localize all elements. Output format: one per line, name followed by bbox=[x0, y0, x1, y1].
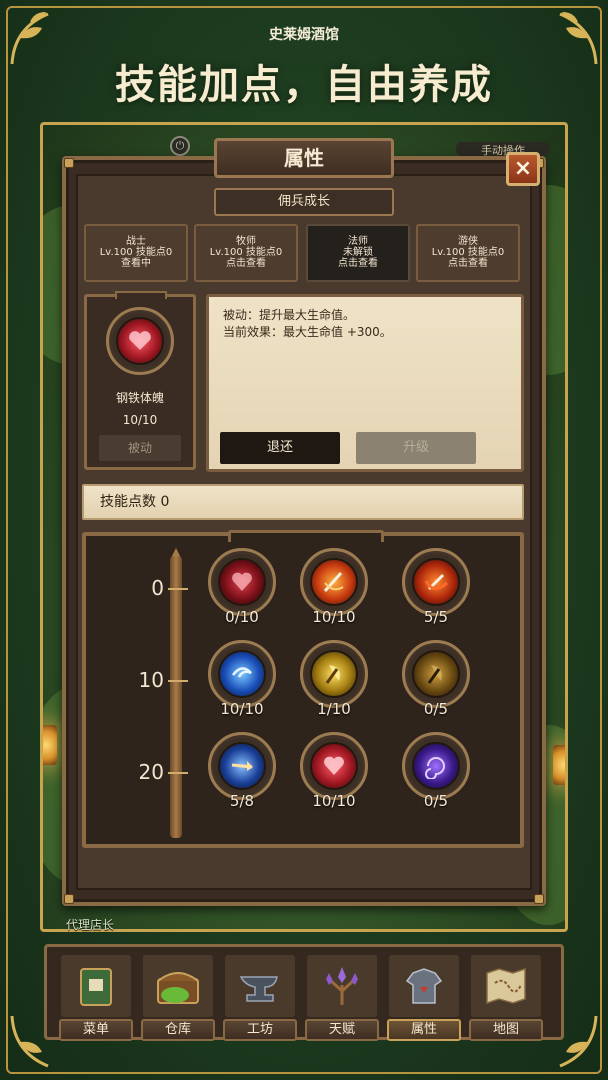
tier-tick bbox=[168, 680, 188, 682]
skill-tree-tab bbox=[228, 530, 384, 542]
skill-description-line: 被动：提升最大生命值。 bbox=[223, 308, 356, 322]
class-name: 牧师 bbox=[236, 236, 256, 247]
promo-headline: 技能加点，自由养成 bbox=[115, 62, 493, 108]
class-name: 战士 bbox=[126, 236, 146, 247]
class-name: 法师 bbox=[348, 236, 368, 247]
skill-node[interactable]: 0/10 bbox=[204, 548, 280, 632]
dark-axe-icon bbox=[412, 650, 460, 698]
mercenary-growth-button[interactable]: 佣兵成长 bbox=[214, 188, 394, 216]
skill-points-bar: 技能点数 0 bbox=[82, 484, 524, 520]
spear-strike-icon bbox=[218, 742, 266, 790]
skill-node-count: 5/5 bbox=[423, 608, 449, 626]
class-info: 未解锁 bbox=[343, 247, 373, 258]
nav-label: 菜单 bbox=[59, 1019, 133, 1041]
nav-label: 仓库 bbox=[141, 1019, 215, 1041]
nav-label: 工坊 bbox=[223, 1019, 297, 1041]
skill-node-count: 1/10 bbox=[317, 700, 351, 718]
heart-armor-icon bbox=[218, 558, 266, 606]
lantern-icon bbox=[43, 725, 57, 765]
nav-item-warehouse[interactable]: 仓库 bbox=[139, 955, 217, 1041]
nav-item-map[interactable]: 地图 bbox=[467, 955, 545, 1041]
skill-level: 10/10 bbox=[122, 413, 158, 427]
close-button[interactable]: × bbox=[506, 152, 540, 186]
nav-label: 天赋 bbox=[305, 1019, 379, 1041]
book-menu-icon bbox=[61, 955, 131, 1017]
agent-manager-label: 代理店长 bbox=[66, 918, 115, 932]
skill-node[interactable]: 10/10 bbox=[204, 640, 280, 724]
heart-armor-icon bbox=[116, 317, 164, 365]
skill-node-count: 0/5 bbox=[423, 792, 449, 810]
lantern-icon bbox=[553, 745, 565, 785]
wind-swirl-icon bbox=[218, 650, 266, 698]
armor-icon bbox=[389, 955, 459, 1017]
skill-node[interactable]: 10/10 bbox=[296, 732, 372, 816]
anvil-icon bbox=[225, 955, 295, 1017]
tier-track bbox=[170, 556, 182, 838]
power-icon[interactable]: ⏻ bbox=[170, 136, 190, 156]
class-status: 点击查看 bbox=[338, 258, 378, 269]
skill-node[interactable]: 5/8 bbox=[204, 732, 280, 816]
nav-item-menu[interactable]: 菜单 bbox=[57, 955, 135, 1041]
class-status: 点击查看 bbox=[226, 258, 266, 269]
upgrade-button[interactable]: 升级 bbox=[356, 432, 476, 464]
bottom-nav: 菜单 仓库 工坊 天赋 属性 地图 bbox=[44, 944, 564, 1041]
skill-node-count: 10/10 bbox=[312, 792, 356, 810]
sword-slash-icon bbox=[310, 558, 358, 606]
rivet bbox=[64, 894, 74, 904]
class-status: 查看中 bbox=[121, 258, 151, 269]
skill-type-badge: 被动 bbox=[99, 435, 181, 461]
tier-tick bbox=[168, 588, 188, 590]
skill-node-count: 0/5 bbox=[423, 700, 449, 718]
class-tab-warrior[interactable]: 战士 Lv.100 技能点0 查看中 bbox=[84, 224, 188, 282]
game-subtitle: 史莱姆酒馆 bbox=[269, 27, 339, 43]
refund-button[interactable]: 退还 bbox=[220, 432, 340, 464]
class-tab-mage[interactable]: 法师 未解锁 点击查看 bbox=[306, 224, 410, 282]
nav-label: 属性 bbox=[387, 1019, 461, 1041]
nav-item-workshop[interactable]: 工坊 bbox=[221, 955, 299, 1041]
skill-node-count: 10/10 bbox=[220, 700, 264, 718]
skill-node-count: 0/10 bbox=[225, 608, 259, 626]
void-vortex-icon bbox=[412, 742, 460, 790]
rivet bbox=[64, 158, 74, 168]
crystal-tree-icon bbox=[307, 955, 377, 1017]
skill-effect-line: 当前效果：最大生命值 +300。 bbox=[223, 325, 392, 339]
nav-item-talent[interactable]: 天赋 bbox=[303, 955, 381, 1041]
blade-fire-icon bbox=[412, 558, 460, 606]
skill-node[interactable]: 0/5 bbox=[398, 640, 474, 724]
class-status: 点击查看 bbox=[448, 258, 488, 269]
class-tabs: 战士 Lv.100 技能点0 查看中 牧师 Lv.100 技能点0 点击查看 法… bbox=[84, 224, 524, 282]
selected-skill-card: 钢铁体魄 10/10 被动 bbox=[84, 291, 196, 470]
nav-item-attributes[interactable]: 属性 bbox=[385, 955, 463, 1041]
crimson-heart-icon bbox=[310, 742, 358, 790]
class-info: Lv.100 技能点0 bbox=[209, 247, 283, 258]
treasure-chest-icon bbox=[143, 955, 213, 1017]
skill-node-count: 10/10 bbox=[312, 608, 356, 626]
skill-node[interactable]: 0/5 bbox=[398, 732, 474, 816]
skill-name: 钢铁体魄 bbox=[115, 391, 164, 405]
card-notch bbox=[115, 291, 167, 299]
class-info: Lv.100 技能点0 bbox=[99, 247, 173, 258]
tier-label: 0 bbox=[151, 576, 164, 600]
selected-skill-icon bbox=[102, 307, 178, 391]
map-icon bbox=[471, 955, 541, 1017]
rivet bbox=[534, 894, 544, 904]
nav-label: 地图 bbox=[469, 1019, 543, 1041]
class-name: 游侠 bbox=[458, 236, 478, 247]
panel-title: 属性 bbox=[214, 138, 394, 178]
tier-label: 10 bbox=[138, 668, 164, 692]
golden-axe-icon bbox=[310, 650, 358, 698]
class-tab-priest[interactable]: 牧师 Lv.100 技能点0 点击查看 bbox=[194, 224, 298, 282]
skill-node[interactable]: 1/10 bbox=[296, 640, 372, 724]
skill-node[interactable]: 5/5 bbox=[398, 548, 474, 632]
tier-label: 20 bbox=[138, 760, 164, 784]
tier-tick bbox=[168, 772, 188, 774]
class-tab-ranger[interactable]: 游侠 Lv.100 技能点0 点击查看 bbox=[416, 224, 520, 282]
skill-node-count: 5/8 bbox=[229, 792, 255, 810]
skill-node[interactable]: 10/10 bbox=[296, 548, 372, 632]
class-info: Lv.100 技能点0 bbox=[431, 247, 505, 258]
